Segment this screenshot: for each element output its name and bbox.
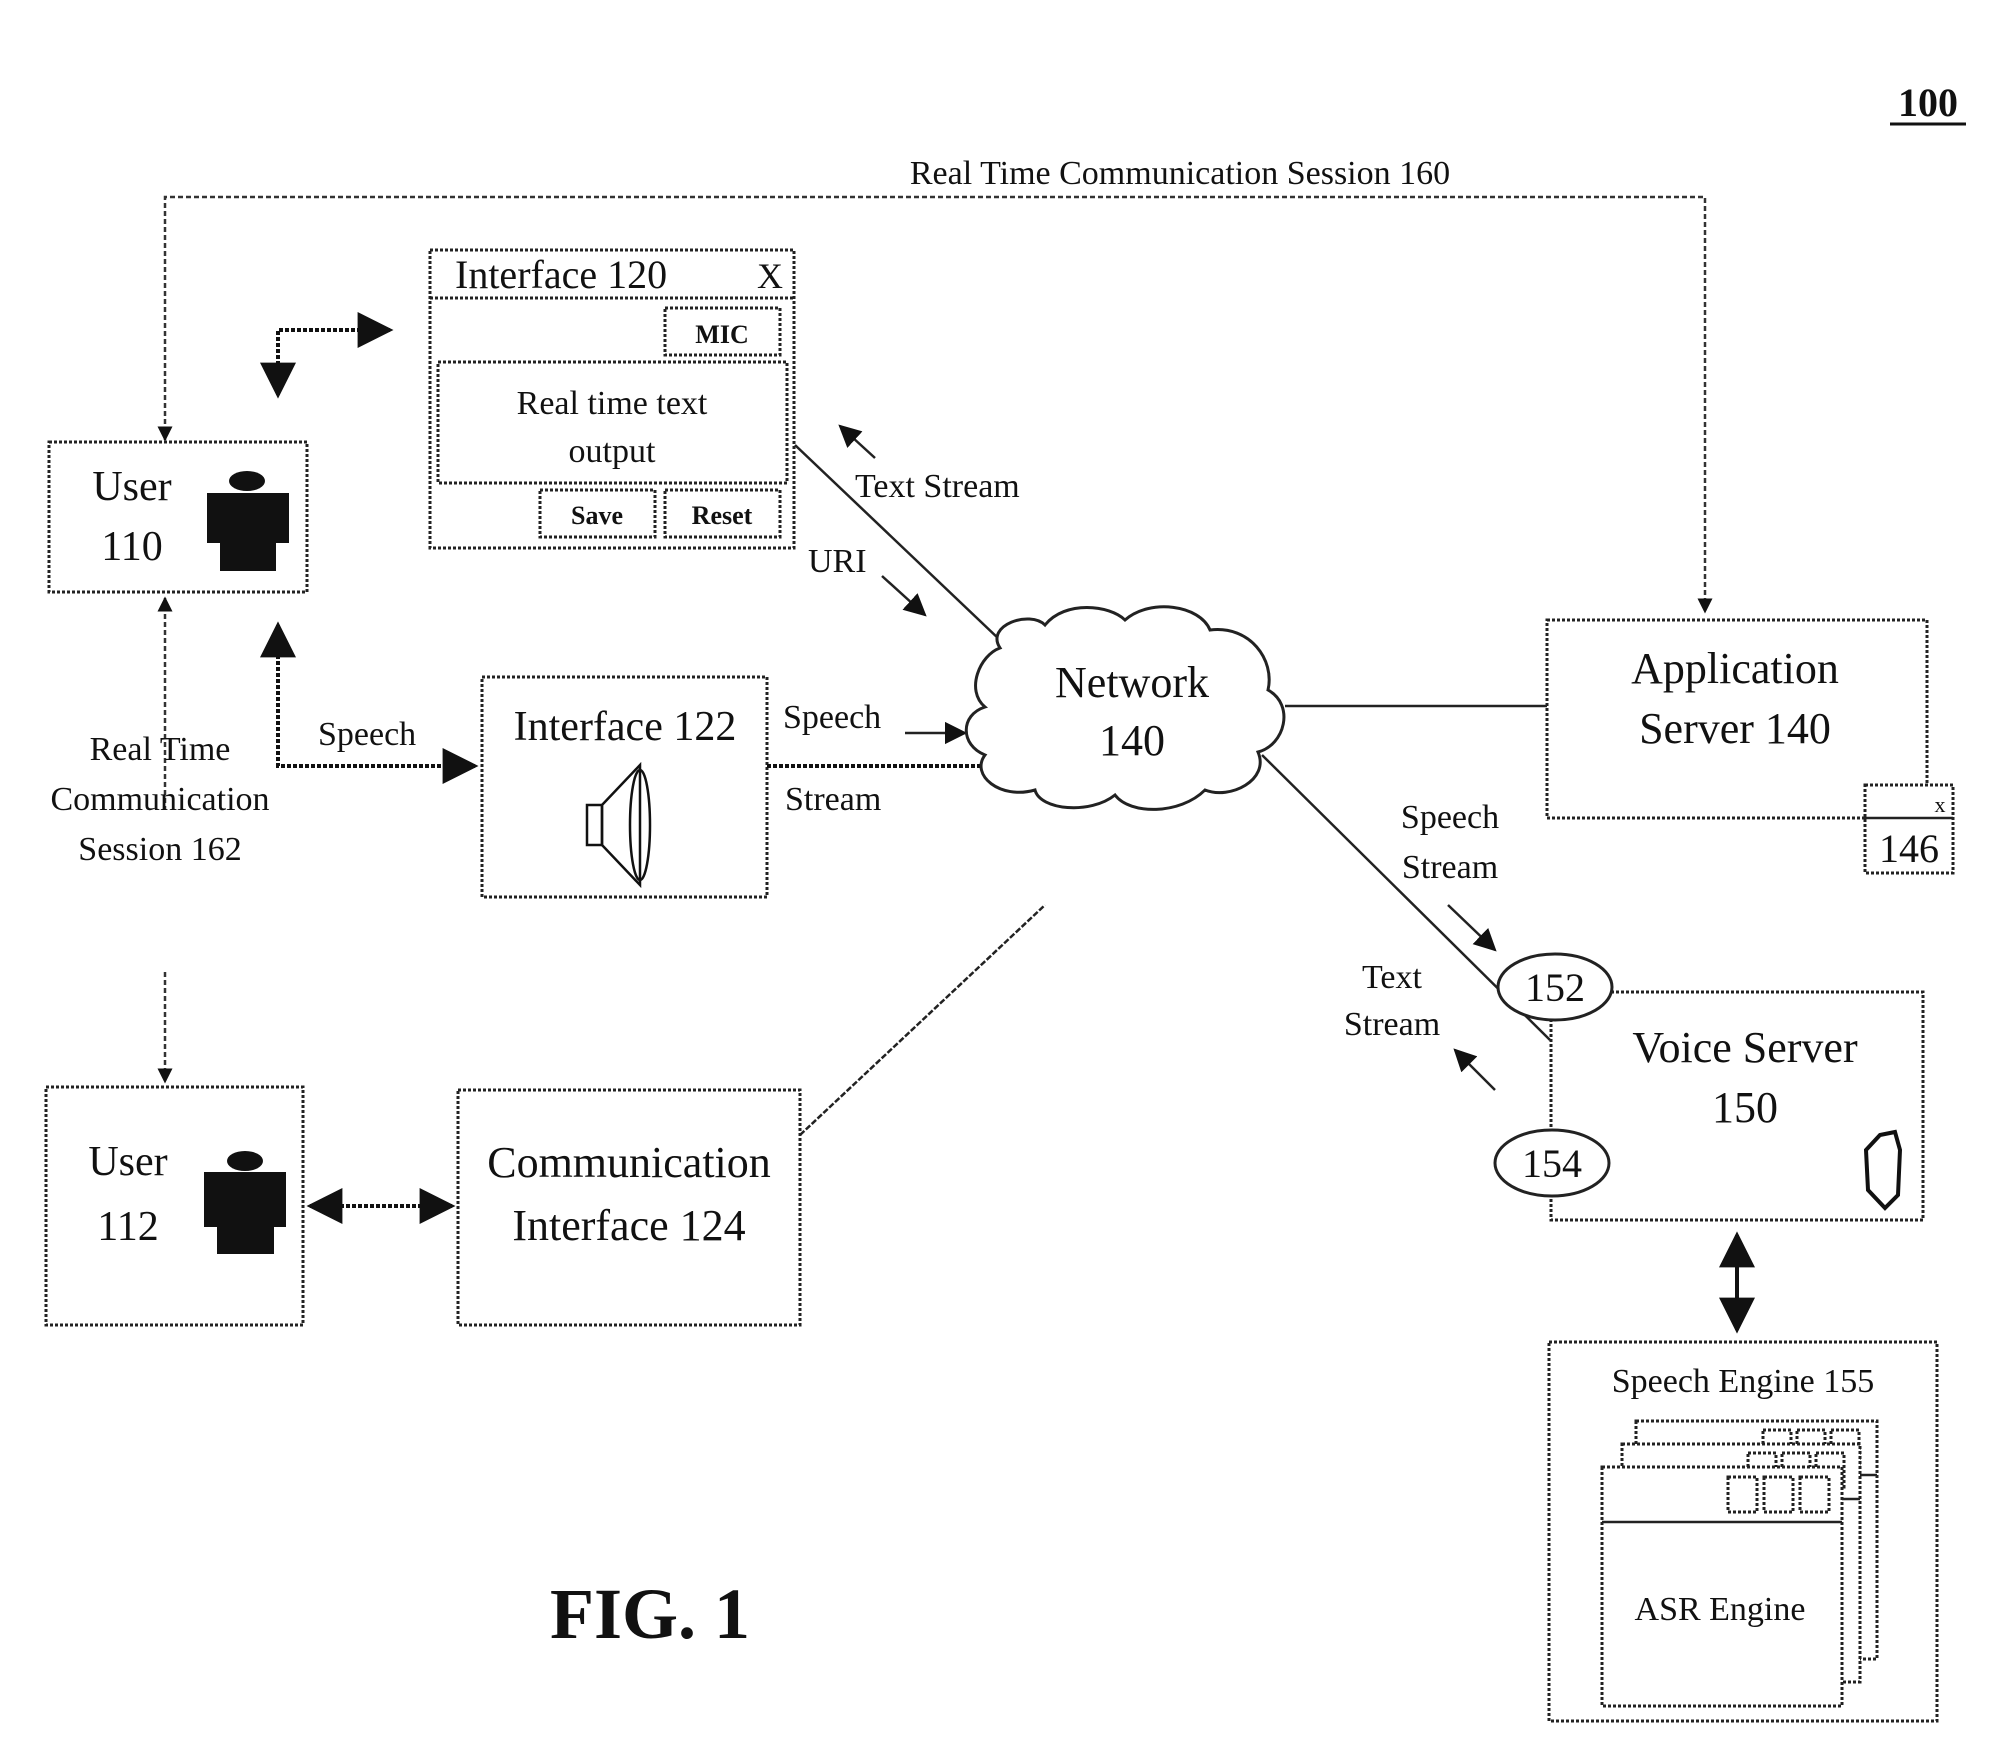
vs-speech-stream-label-1: Speech bbox=[1401, 799, 1499, 836]
session-162-line-1: Real Time bbox=[90, 731, 231, 768]
app-server-label: Application bbox=[1631, 644, 1839, 693]
window-control-icon bbox=[1726, 1475, 1759, 1514]
mic-button[interactable]: MIC bbox=[663, 306, 782, 357]
session-162-line-3: Session 162 bbox=[78, 831, 241, 868]
speech-label: Speech bbox=[318, 716, 416, 753]
save-button[interactable]: Save bbox=[538, 488, 657, 539]
figure-caption: FIG. 1 bbox=[550, 1574, 750, 1654]
interface-122-title: Interface 122 bbox=[514, 704, 737, 750]
session-162-line-2: Communication bbox=[50, 781, 269, 818]
port-152[interactable]: 152 bbox=[1496, 952, 1614, 1022]
widget-146-close-icon[interactable]: x bbox=[1935, 792, 1946, 817]
text-output-area[interactable]: Real time text output bbox=[436, 360, 789, 485]
reset-button-label: Reset bbox=[692, 501, 753, 530]
text-stream-arrow bbox=[838, 424, 876, 459]
user-112-label: User bbox=[88, 1139, 167, 1185]
user-110-node[interactable]: User 110 bbox=[47, 440, 309, 594]
speech-engine-node[interactable]: Speech Engine 155 ASR Engine bbox=[1547, 1340, 1939, 1723]
speech-stream-label-1: Speech bbox=[783, 699, 881, 736]
close-icon[interactable]: X bbox=[757, 256, 783, 296]
vs-text-stream-label-2: Stream bbox=[1344, 1006, 1440, 1043]
output-line-2: output bbox=[569, 433, 656, 470]
uri-label: URI bbox=[808, 543, 867, 580]
vs-speech-stream-label-2: Stream bbox=[1402, 849, 1498, 886]
mic-button-label: MIC bbox=[695, 320, 748, 349]
vs-speech-stream-arrow bbox=[1447, 904, 1497, 952]
reset-button[interactable]: Reset bbox=[663, 488, 782, 539]
save-button-label: Save bbox=[571, 501, 623, 530]
widget-146[interactable]: x 146 bbox=[1863, 783, 1955, 875]
asr-engine-label: ASR Engine bbox=[1635, 1591, 1806, 1628]
interface-120-title: Interface 120 bbox=[455, 252, 667, 297]
voice-server-node[interactable]: Voice Server 150 bbox=[1549, 990, 1925, 1222]
system-diagram: 100 Real Time Communication Session 160 … bbox=[44, 80, 1966, 1723]
interface-122-node[interactable]: Interface 122 bbox=[480, 675, 769, 899]
interface124-network-link bbox=[799, 904, 1046, 1136]
session-160-label: Real Time Communication Session 160 bbox=[910, 155, 1450, 192]
window-control-icon bbox=[1762, 1475, 1795, 1514]
window-control-icon bbox=[1798, 1475, 1831, 1514]
user-112-number: 112 bbox=[97, 1204, 158, 1250]
voice-server-label: Voice Server bbox=[1632, 1023, 1858, 1072]
output-line-1: Real time text bbox=[517, 385, 708, 422]
network-number: 140 bbox=[1099, 716, 1165, 765]
speech-stream-label-2: Stream bbox=[785, 781, 881, 818]
port-152-label: 152 bbox=[1525, 965, 1585, 1010]
text-stream-label: Text Stream bbox=[855, 468, 1020, 505]
session-160-connector bbox=[157, 195, 1713, 614]
vs-text-stream-label-1: Text bbox=[1362, 959, 1422, 996]
widget-146-label: 146 bbox=[1879, 826, 1939, 871]
interface-124-number: Interface 124 bbox=[512, 1201, 745, 1250]
interface-120-window: Interface 120 X MIC Real time text outpu… bbox=[428, 248, 796, 550]
user-112-node[interactable]: User 112 bbox=[44, 1085, 305, 1327]
uri-arrow bbox=[881, 575, 927, 617]
user-110-number: 110 bbox=[101, 524, 162, 570]
network-cloud[interactable]: Network 140 bbox=[964, 605, 1286, 811]
interface-124-label: Communication bbox=[487, 1138, 771, 1187]
network-label: Network bbox=[1055, 658, 1209, 707]
voice-server-number: 150 bbox=[1712, 1083, 1778, 1132]
user-interface120-connector bbox=[260, 312, 394, 399]
user-110-label: User bbox=[92, 464, 171, 510]
port-154-label: 154 bbox=[1522, 1141, 1582, 1186]
asr-window-front: ASR Engine bbox=[1600, 1465, 1844, 1708]
communication-interface-124-node[interactable]: Communication Interface 124 bbox=[456, 1088, 802, 1327]
app-server-number: Server 140 bbox=[1639, 704, 1831, 753]
figure-reference-number: 100 bbox=[1898, 80, 1958, 125]
vs-text-stream-arrow bbox=[1453, 1048, 1496, 1091]
port-154[interactable]: 154 bbox=[1493, 1128, 1611, 1198]
speech-engine-title: Speech Engine 155 bbox=[1612, 1363, 1875, 1400]
